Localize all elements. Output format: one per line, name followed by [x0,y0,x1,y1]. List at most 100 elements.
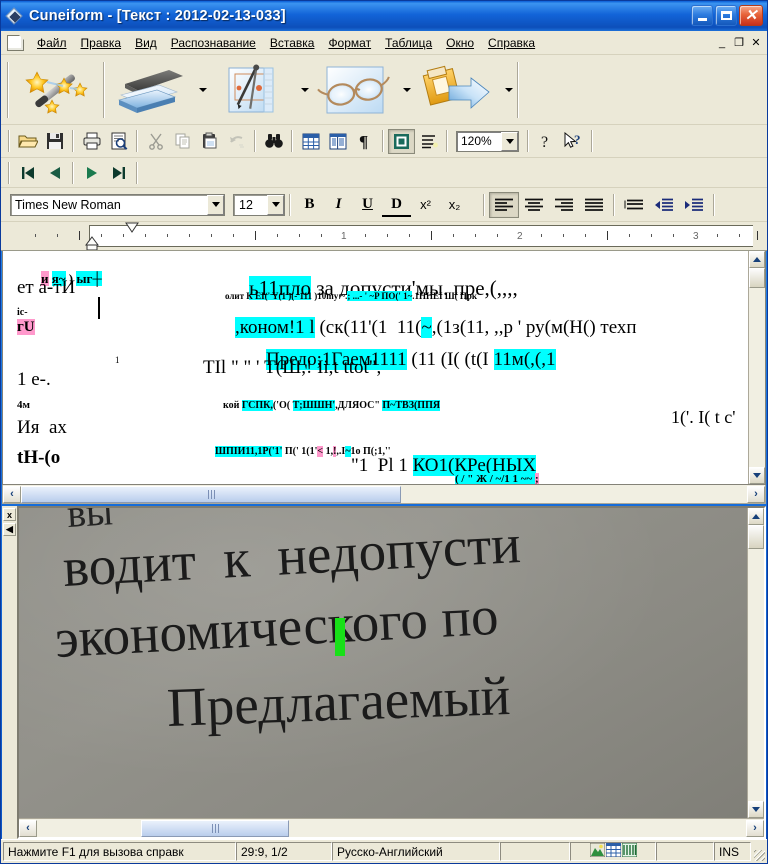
bold-button[interactable]: B [295,192,324,217]
menu-item-edit[interactable]: Правка [74,33,129,53]
list-icon[interactable] [415,129,442,154]
copy-icon[interactable] [169,129,196,154]
menu-item-recognition[interactable]: Распознавание [164,33,263,53]
scrollbar-thumb[interactable] [21,485,401,503]
export-save-button[interactable] [413,59,503,121]
scroll-up-arrow[interactable] [749,251,765,268]
undo-icon[interactable] [223,129,250,154]
italic-button[interactable]: I [324,192,353,217]
first-page-icon[interactable] [14,160,41,185]
scanner-button[interactable] [107,59,197,121]
minimize-button[interactable] [691,5,713,26]
toolbar-separator [483,193,485,216]
menu-item-format[interactable]: Формат [321,33,378,53]
scroll-up-arrow[interactable] [748,508,764,525]
scroll-right-arrow[interactable]: › [746,819,764,837]
next-page-icon[interactable] [78,160,105,185]
toolbar-separator [136,130,138,152]
superscript-button[interactable]: x² [411,192,440,217]
menu-item-insert[interactable]: Вставка [263,33,322,53]
align-justify-icon[interactable] [579,192,609,217]
first-line-indent-marker[interactable] [125,222,139,233]
mdi-minimize-button[interactable]: _ [714,36,730,50]
mdi-close-button[interactable]: ✕ [748,36,764,50]
document-icon[interactable] [7,34,24,51]
menu-item-window[interactable]: Окно [439,33,481,53]
print-icon[interactable] [78,129,105,154]
context-help-arrow-icon[interactable]: ? [560,129,587,154]
menu-item-help[interactable]: Справка [481,33,542,53]
image-mode-icon[interactable] [589,843,605,860]
font-name-dropdown-arrow[interactable] [207,194,224,215]
text-vertical-scrollbar[interactable] [748,251,765,484]
table-mode-icon[interactable] [605,843,621,860]
scroll-left-arrow[interactable]: ‹ [3,485,21,503]
layout-analysis-dropdown-arrow[interactable] [299,62,311,118]
scrollbar-track[interactable] [748,549,764,801]
text-mode-icon[interactable] [621,843,637,860]
find-binoculars-icon[interactable] [260,129,287,154]
open-icon[interactable] [14,129,41,154]
ocr-text-pane[interactable]: и я~ ) ыг┼ ет а-тИ ic- гU 1 1 е-. 4м Ия … [2,251,766,485]
ruler[interactable]: 1 2 3 [1,222,767,251]
double-underline-button[interactable]: D [382,192,411,217]
cut-icon[interactable] [142,129,169,154]
print-preview-icon[interactable] [105,129,132,154]
insert-table-icon[interactable] [297,129,324,154]
toolbar-separator [591,130,593,152]
scrollbar-track[interactable] [749,288,765,467]
font-size-combo[interactable]: 12 [233,193,285,216]
export-dropdown-arrow[interactable] [503,62,515,118]
scroll-left-arrow[interactable]: ‹ [19,819,37,837]
left-indent-marker[interactable] [85,236,99,250]
recognize-glasses-button[interactable] [311,59,401,121]
prev-page-icon[interactable] [41,160,68,185]
image-horizontal-scrollbar[interactable]: ‹ › [19,818,764,837]
status-mode-indicators[interactable] [570,842,656,861]
scroll-down-arrow[interactable] [748,801,764,818]
font-size-dropdown-arrow[interactable] [267,194,284,215]
help-question-icon[interactable]: ? [533,129,560,154]
menu-item-table[interactable]: Таблица [378,33,439,53]
magic-wand-icon [17,62,95,118]
underline-button[interactable]: U [353,192,382,217]
subscript-button[interactable]: x₂ [440,192,469,217]
increase-indent-icon[interactable] [679,192,709,217]
layout-analysis-button[interactable] [209,59,299,121]
zoom-combo[interactable]: 120% [456,130,519,152]
close-button[interactable]: ✕ [739,5,763,26]
magic-wand-auto-button[interactable] [11,59,101,121]
mdi-restore-button[interactable]: ❐ [731,36,747,50]
paste-icon[interactable] [196,129,223,154]
pilcrow-icon[interactable]: ¶ [351,129,378,154]
columns-icon[interactable] [324,129,351,154]
scroll-right-arrow[interactable]: › [747,485,765,503]
close-image-pane-button[interactable]: x [3,508,16,521]
scanner-dropdown-arrow[interactable] [197,62,209,118]
text-horizontal-scrollbar[interactable]: ‹ › [2,485,766,504]
ocr-text-area[interactable]: и я~ ) ыг┼ ет а-тИ ic- гU 1 1 е-. 4м Ия … [3,251,748,484]
align-center-icon[interactable] [519,192,549,217]
font-name-combo[interactable]: Times New Roman [10,193,225,216]
align-left-icon[interactable] [489,191,519,218]
scrollbar-thumb[interactable] [141,819,289,837]
menu-item-view[interactable]: Вид [128,33,164,53]
save-icon[interactable] [41,129,68,154]
decrease-indent-icon[interactable] [649,192,679,217]
window-resize-grip[interactable] [751,842,765,861]
scrollbar-thumb[interactable] [748,525,764,549]
frame-icon[interactable] [388,128,415,154]
export-arrow-icon [419,62,497,118]
recognize-dropdown-arrow[interactable] [401,62,413,118]
scroll-down-arrow[interactable] [749,467,765,484]
zoom-dropdown-arrow[interactable] [501,131,518,151]
scanned-image-canvas[interactable]: вы водит к недопусти экономического по П… [19,508,747,818]
line-spacing-icon[interactable] [619,192,649,217]
image-vertical-scrollbar[interactable] [747,508,764,818]
align-right-icon[interactable] [549,192,579,217]
maximize-restore-button[interactable] [715,5,737,26]
collapse-image-pane-button[interactable]: ◀ [3,523,16,536]
menu-item-file[interactable]: Файл [30,33,74,53]
scrollbar-thumb[interactable] [749,268,765,288]
last-page-icon[interactable] [105,160,132,185]
